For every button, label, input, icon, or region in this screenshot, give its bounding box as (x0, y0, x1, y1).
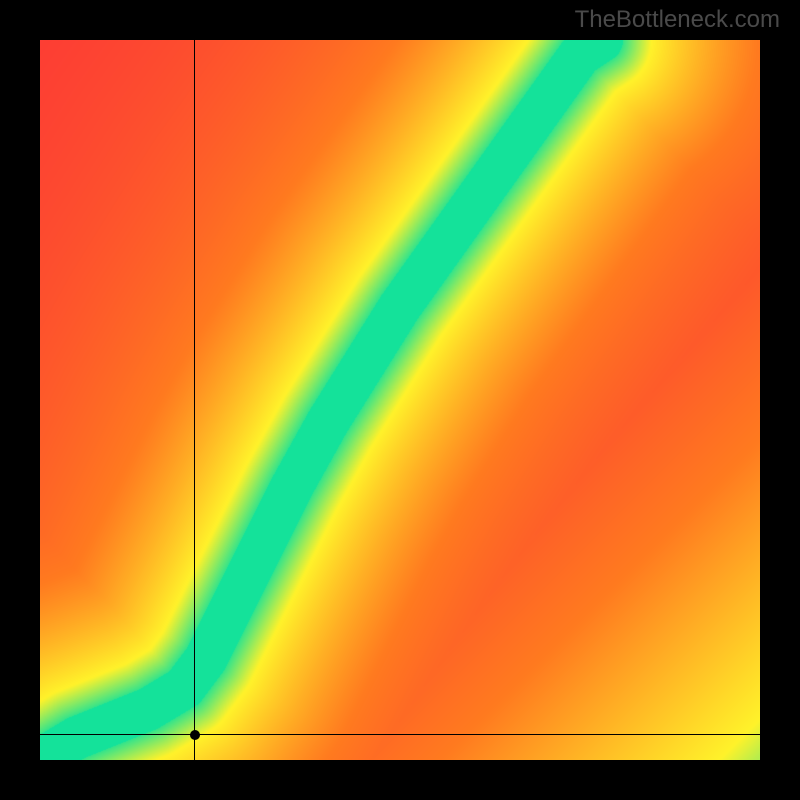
crosshair-vertical (194, 40, 195, 760)
crosshair-marker (190, 730, 200, 740)
chart-root: TheBottleneck.com (0, 0, 800, 800)
crosshair-horizontal (40, 734, 760, 735)
attribution-text: TheBottleneck.com (575, 6, 780, 34)
heatmap-canvas (40, 40, 760, 760)
plot-area (40, 40, 760, 760)
